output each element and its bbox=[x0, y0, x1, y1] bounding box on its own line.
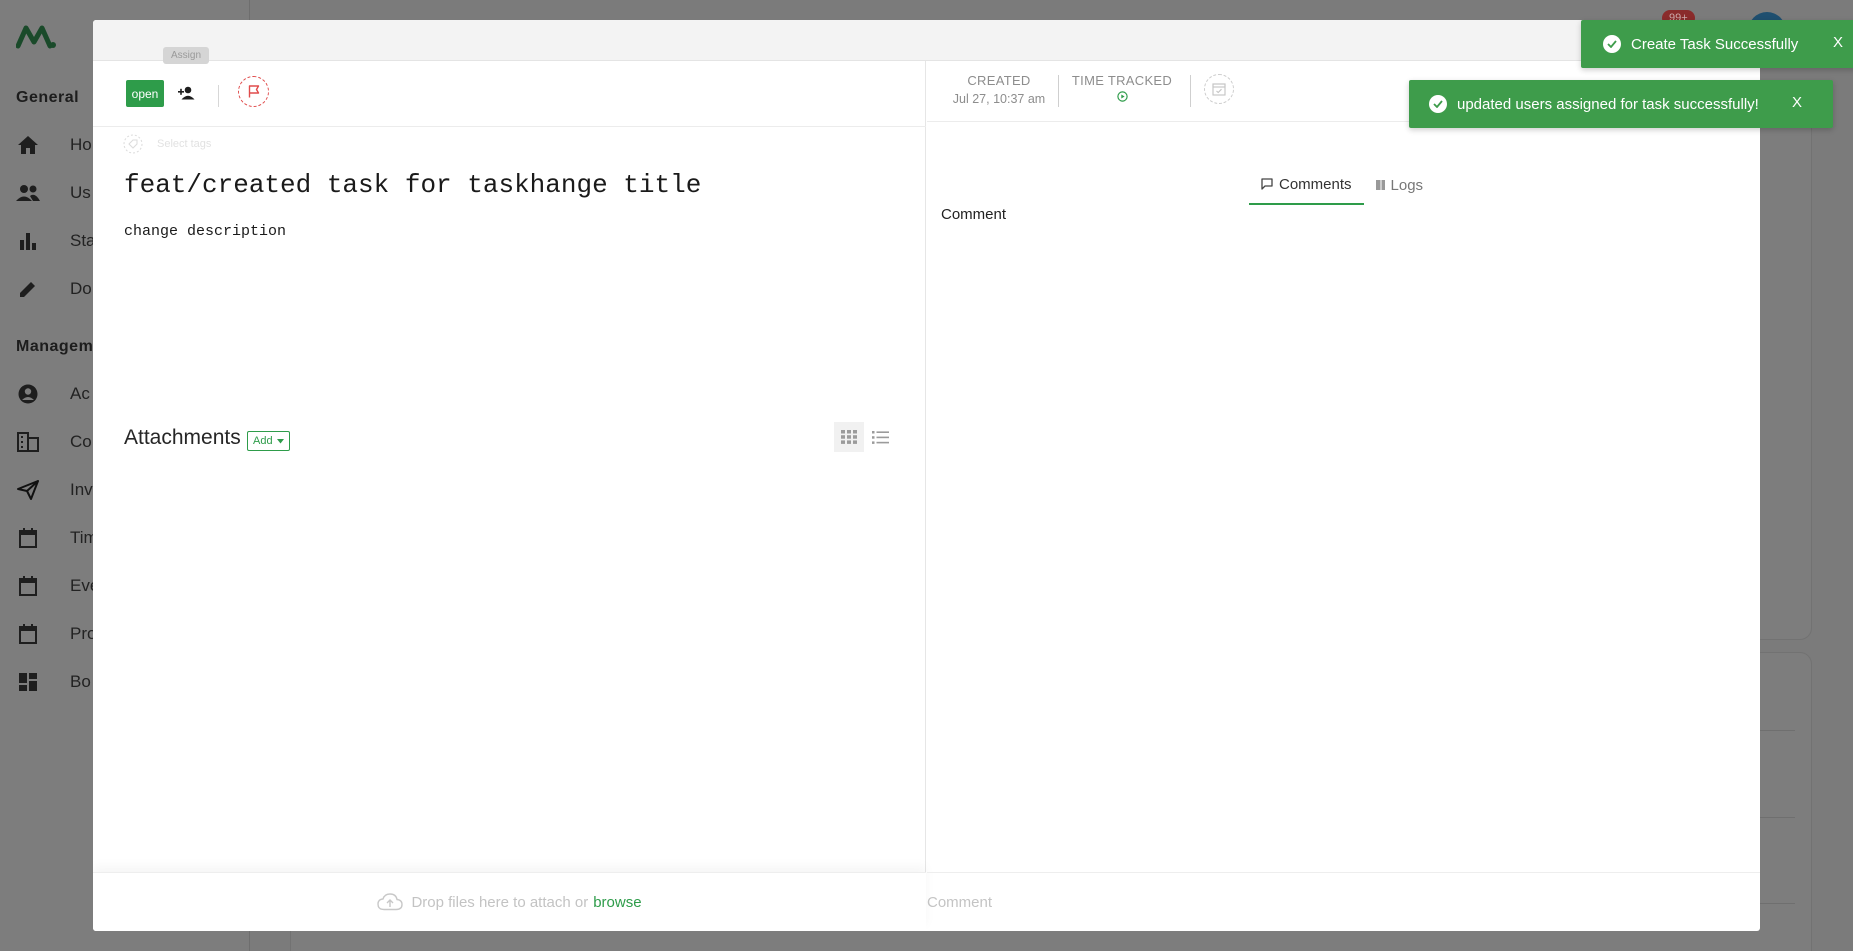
sidebar-item-label: Ho bbox=[70, 135, 92, 154]
grid-view-button[interactable] bbox=[834, 422, 864, 452]
task-details-pane: open Assign Select tags feat/created tas… bbox=[93, 47, 926, 931]
add-attachment-button[interactable]: Add bbox=[247, 431, 290, 451]
home-icon bbox=[16, 133, 40, 157]
list-icon bbox=[871, 430, 889, 444]
account-icon bbox=[16, 382, 40, 406]
caret-down-icon bbox=[276, 438, 284, 443]
comment-input[interactable] bbox=[927, 893, 1727, 911]
toast-assign-users: updated users assigned for task successf… bbox=[1409, 80, 1833, 128]
assign-user-button[interactable] bbox=[174, 80, 200, 106]
created-value: Jul 27, 10:37 am bbox=[952, 92, 1046, 106]
company-icon bbox=[16, 430, 40, 454]
grid-icon bbox=[841, 430, 857, 444]
comment-section-label: Comment bbox=[941, 206, 1007, 223]
toolbar-divider bbox=[218, 85, 219, 107]
modal-header bbox=[93, 20, 1760, 61]
task-modal: open Assign Select tags feat/created tas… bbox=[93, 20, 1760, 931]
sidebar-item-label: Do bbox=[70, 279, 92, 298]
calendar-icon bbox=[16, 574, 40, 598]
tab-comments[interactable]: Comments bbox=[1249, 165, 1364, 205]
comment-input-bar bbox=[927, 872, 1760, 931]
created-label: CREATED bbox=[967, 73, 1031, 88]
list-view-button[interactable] bbox=[865, 422, 895, 452]
browse-link[interactable]: browse bbox=[593, 894, 641, 911]
toast-close-button[interactable]: X bbox=[1792, 94, 1802, 111]
tag-selector[interactable]: Select tags bbox=[123, 131, 211, 157]
tag-placeholder: Select tags bbox=[157, 138, 212, 150]
tab-label: Logs bbox=[1390, 176, 1424, 194]
stats-icon bbox=[16, 229, 40, 253]
tab-logs[interactable]: Logs bbox=[1364, 165, 1436, 205]
play-timer-icon[interactable] bbox=[1116, 91, 1128, 102]
due-date-button[interactable] bbox=[1204, 74, 1234, 104]
status-badge[interactable]: open bbox=[126, 80, 164, 107]
pencil-icon bbox=[16, 277, 40, 301]
sidebar-item-label: Sta bbox=[70, 231, 96, 250]
calendar-icon bbox=[16, 622, 40, 646]
add-user-icon bbox=[178, 86, 195, 100]
sidebar-item-label: Bo bbox=[70, 672, 91, 691]
assign-tooltip: Assign bbox=[163, 47, 210, 64]
toast-message: Create Task Successfully bbox=[1631, 35, 1799, 53]
flag-icon bbox=[248, 85, 259, 98]
time-tracked-info[interactable]: TIME TRACKED bbox=[1067, 73, 1177, 102]
check-circle-icon bbox=[1429, 95, 1447, 113]
dropzone-text: Drop files here to attach or bbox=[411, 893, 589, 911]
dashboard-icon bbox=[16, 670, 40, 694]
check-circle-icon bbox=[1603, 35, 1621, 53]
sidebar-item-label: Ac bbox=[70, 384, 90, 403]
attachments-title: Attachments bbox=[124, 426, 241, 449]
toast-create-task: Create Task Successfully X bbox=[1581, 20, 1853, 68]
toast-close-button[interactable]: X bbox=[1833, 34, 1843, 51]
cloud-upload-icon bbox=[377, 893, 404, 911]
tag-icon bbox=[123, 134, 143, 154]
task-title[interactable]: feat/created task for taskhange title bbox=[124, 170, 701, 200]
task-toolbar: open Assign bbox=[93, 47, 926, 127]
app-logo-icon bbox=[16, 25, 56, 49]
sidebar-section-general: General bbox=[16, 89, 80, 106]
activity-pane: CREATED Jul 27, 10:37 am TIME TRACKED Co… bbox=[927, 61, 1760, 931]
add-attachment-label: Add bbox=[253, 435, 273, 447]
time-tracked-label: TIME TRACKED bbox=[1071, 73, 1173, 88]
send-icon bbox=[16, 478, 40, 502]
sidebar-item-label: Co bbox=[70, 432, 92, 451]
task-description[interactable]: change description bbox=[124, 223, 286, 240]
meta-divider bbox=[1058, 75, 1059, 107]
logs-icon bbox=[1375, 180, 1385, 190]
meta-divider bbox=[1190, 75, 1191, 107]
sidebar-item-label: Us bbox=[70, 183, 91, 202]
created-info: CREATED Jul 27, 10:37 am bbox=[943, 73, 1055, 106]
activity-tabs: Comments Logs bbox=[1249, 165, 1435, 205]
comment-icon bbox=[1261, 178, 1273, 190]
sidebar-item-label: Inv bbox=[70, 480, 93, 499]
calendar-icon bbox=[16, 526, 40, 550]
users-icon bbox=[16, 181, 40, 205]
tab-label: Comments bbox=[1279, 175, 1352, 193]
sidebar-section-management: Manageme bbox=[16, 338, 103, 355]
toast-message: updated users assigned for task successf… bbox=[1457, 95, 1759, 113]
calendar-icon bbox=[1212, 83, 1226, 96]
priority-button[interactable] bbox=[238, 76, 269, 107]
attachment-dropzone[interactable]: Drop files here to attach or browse bbox=[93, 872, 926, 931]
